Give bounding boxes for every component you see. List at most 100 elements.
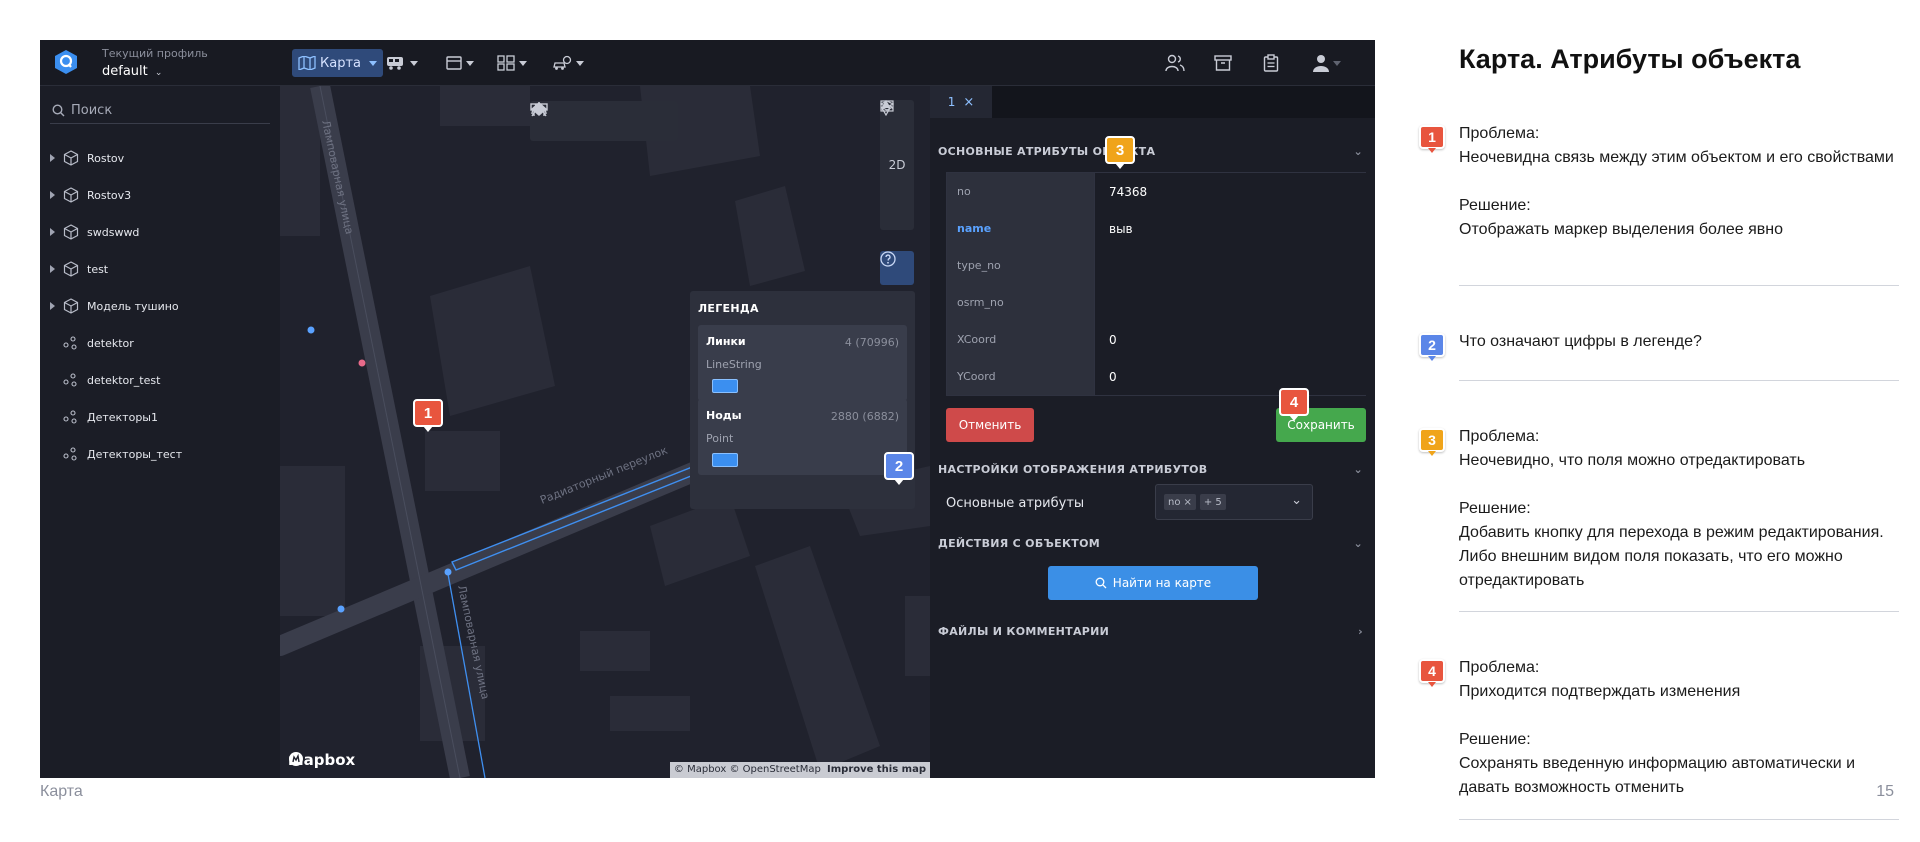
app-logo-icon: [55, 50, 77, 74]
panel-tab-bar: 1 ×: [930, 86, 1375, 118]
caret-right-icon[interactable]: [50, 265, 55, 273]
section-title: НАСТРОЙКИ ОТОБРАЖЕНИЯ АТРИБУТОВ: [938, 462, 1208, 476]
main-attributes-select[interactable]: no × + 5 ⌄: [1155, 484, 1313, 520]
window-menu-button[interactable]: [440, 49, 480, 77]
attribute-row-name: name выв: [947, 210, 1366, 247]
map-view-controls: 2D: [880, 100, 914, 230]
attribute-value-field[interactable]: 0: [1094, 358, 1366, 395]
mapbox-logo[interactable]: mapbox: [288, 751, 355, 769]
legend-color-swatch: [712, 453, 738, 467]
cube-icon: [63, 187, 79, 203]
chevron-down-icon: ⌄: [1353, 462, 1363, 476]
section-main-attributes-header[interactable]: ОСНОВНЫЕ АТРИБУТЫ ОБЪЕКТА ⌄: [938, 142, 1363, 160]
tree-item-detektor-test[interactable]: detektor_test: [63, 369, 160, 391]
points-icon: [63, 336, 77, 350]
caret-right-icon[interactable]: [50, 154, 55, 162]
selected-chip[interactable]: no ×: [1164, 494, 1196, 510]
routing-menu-button[interactable]: [546, 49, 590, 77]
clipboard-button[interactable]: [1258, 51, 1284, 75]
caret-down-icon: [1332, 60, 1341, 66]
view-mode-2d-button[interactable]: 2D: [889, 158, 906, 172]
map-canvas[interactable]: Ламповарная улица Радиаторный переулок Л…: [280, 86, 930, 778]
attribute-value-field[interactable]: [1094, 284, 1366, 321]
attribute-key: no: [947, 173, 1094, 210]
attribute-value-field[interactable]: 0: [1094, 321, 1366, 358]
caret-right-icon[interactable]: [50, 191, 55, 199]
solution-text: Добавить кнопку для перехода в режим ред…: [1459, 524, 1884, 589]
user-menu-button[interactable]: [1308, 51, 1344, 75]
tree-item-model-tushino[interactable]: Модель тушино: [50, 295, 179, 317]
cube-icon: [63, 298, 79, 314]
attributes-table: no 74368 name выв type_no osrm_no XCoord…: [946, 172, 1366, 396]
tree-item-swdswwd[interactable]: swdswwd: [50, 221, 139, 243]
cancel-button[interactable]: Отменить: [946, 408, 1034, 442]
note-3: Проблема: Неочевидно, что поля можно отр…: [1459, 425, 1899, 593]
attribute-value-field[interactable]: 74368: [1094, 173, 1366, 210]
app-window: Текущий профиль default ⌄ Карта Поиск Ro…: [40, 40, 1375, 778]
annotation-marker-4: 4: [1279, 388, 1309, 421]
tree-item-test[interactable]: test: [50, 258, 108, 280]
caret-right-icon[interactable]: [50, 302, 55, 310]
search-input[interactable]: Поиск: [50, 98, 270, 124]
help-icon: [880, 251, 896, 267]
legend-item-nodes[interactable]: Ноды 2880 (6882) Point: [698, 399, 907, 475]
layers-sidebar: Поиск Rostov Rostov3 swdswwd test Модель…: [40, 86, 280, 778]
roadblock-icon[interactable]: [530, 101, 548, 117]
section-files-header[interactable]: ФАЙЛЫ И КОММЕНТАРИИ ›: [938, 622, 1363, 640]
attribute-row-xcoord: XCoord 0: [947, 321, 1366, 358]
archive-icon: [1214, 55, 1232, 71]
attribute-value-field[interactable]: выв: [1094, 210, 1366, 247]
tree-item-label: detektor: [87, 336, 134, 350]
solution-label: Решение:: [1459, 197, 1531, 214]
attribute-value-field[interactable]: [1094, 247, 1366, 284]
note-marker-3: 3: [1419, 428, 1445, 456]
close-icon[interactable]: ×: [1183, 497, 1191, 508]
section-display-settings-header[interactable]: НАСТРОЙКИ ОТОБРАЖЕНИЯ АТРИБУТОВ ⌄: [938, 460, 1363, 478]
transport-menu-button[interactable]: [380, 49, 424, 77]
car-pin-icon: [553, 55, 572, 70]
map-menu-button[interactable]: Карта: [292, 49, 383, 77]
main-attributes-label: Основные атрибуты: [946, 496, 1085, 511]
attribute-row-no: no 74368: [947, 173, 1366, 210]
tree-item-rostov[interactable]: Rostov: [50, 147, 124, 169]
caret-down-icon: [410, 60, 418, 66]
find-on-map-button[interactable]: Найти на карте: [1048, 566, 1258, 600]
search-placeholder: Поиск: [71, 103, 113, 118]
tree-item-label: Rostov: [87, 151, 125, 165]
dashboard-icon: [497, 55, 515, 71]
note-marker-number: 2: [1428, 337, 1436, 353]
find-on-map-label: Найти на карте: [1112, 576, 1212, 590]
users-button[interactable]: [1162, 51, 1188, 75]
tab-object-1[interactable]: 1 ×: [930, 86, 992, 118]
tree-item-detektory-test[interactable]: Детекторы_тест: [63, 443, 182, 465]
close-icon[interactable]: ×: [963, 95, 974, 110]
tree-item-detektory1[interactable]: Детекторы1: [63, 406, 158, 428]
chevron-right-icon: ›: [1358, 624, 1363, 638]
chip-label: no: [1168, 496, 1181, 508]
profile-selector[interactable]: default ⌄: [102, 64, 162, 79]
section-actions-header[interactable]: ДЕЙСТВИЯ С ОБЪЕКТОМ ⌄: [938, 534, 1363, 552]
layout-menu-button[interactable]: [491, 49, 533, 77]
note-divider: [1459, 611, 1899, 612]
note-marker-2: 2: [1419, 333, 1445, 361]
tree-item-rostov3[interactable]: Rostov3: [50, 184, 131, 206]
caret-right-icon[interactable]: [50, 228, 55, 236]
archive-button[interactable]: [1210, 51, 1236, 75]
attributes-panel: 1 × ОСНОВНЫЕ АТРИБУТЫ ОБЪЕКТА ⌄ no 74368…: [930, 86, 1375, 778]
profile-value: default: [102, 64, 148, 79]
legend-item-links[interactable]: Линки 4 (70996) LineString: [698, 325, 907, 401]
tree-item-detektor[interactable]: detektor: [63, 332, 134, 354]
footer-section-label: Карта: [40, 783, 83, 800]
attribution-text[interactable]: © Mapbox © OpenStreetMap: [674, 764, 821, 775]
improve-map-link[interactable]: Improve this map: [827, 764, 926, 775]
help-button[interactable]: [880, 251, 914, 285]
caret-down-icon: [576, 60, 584, 66]
attribute-key: name: [947, 210, 1094, 247]
more-chip: + 5: [1199, 494, 1226, 510]
annotation-marker-1: 1: [413, 399, 443, 432]
attribute-row-type-no: type_no: [947, 247, 1366, 284]
page-number: 15: [1876, 783, 1894, 800]
legend-item-name: Ноды: [706, 409, 742, 422]
points-icon: [63, 447, 77, 461]
image-icon[interactable]: [880, 100, 894, 112]
